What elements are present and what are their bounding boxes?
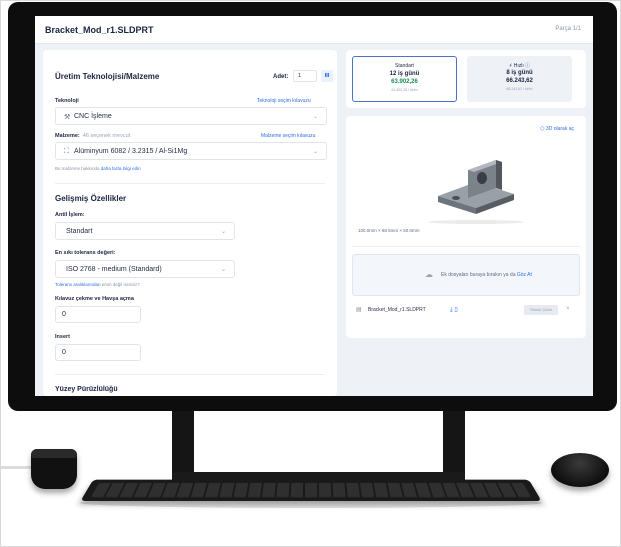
- technology-guide-link[interactable]: Teknoloji seçim kılavuzu: [257, 98, 311, 104]
- advanced-title: Gelişmiş Özellikler: [55, 194, 127, 203]
- part-count: Parça 1/1: [555, 26, 581, 32]
- summary-panel: Standart 12 iş günü 63.902,26 61.902,26 …: [346, 50, 586, 396]
- top-bar: Bracket_Mod_r1.SLDPRT Parça 1/1: [35, 16, 593, 44]
- part-shadow: [428, 220, 524, 224]
- part-card: ⬡ 3D olarak aç 100.0mm × 68.5mm × 50.0mm…: [346, 116, 586, 338]
- quantity-value: 1: [298, 73, 302, 79]
- configuration-panel: Üretim Teknolojisi/Malzeme Adet: 1 Ⅲ Tek…: [43, 50, 337, 396]
- cnc-icon: ⚒: [64, 114, 71, 121]
- cloud-upload-icon: ☁: [425, 270, 433, 279]
- threads-input[interactable]: 0: [55, 306, 141, 323]
- bracket-hole: [477, 172, 487, 184]
- part-dimensions: 100.0mm × 68.5mm × 50.0mm: [358, 228, 420, 233]
- material-select[interactable]: ⛶ Alüminyum 6082 / 3.2315 / Al-Si1Mg ⌄: [55, 142, 327, 160]
- quantity-input[interactable]: 1: [293, 70, 317, 82]
- file-type-tag[interactable]: Teknik Çizim: [524, 305, 558, 315]
- quantity-options-button[interactable]: Ⅲ: [321, 70, 333, 82]
- open-3d-link[interactable]: ⬡ 3D olarak aç: [540, 126, 574, 132]
- lightning-icon: ⚡: [508, 63, 513, 69]
- fast-price: 66.243,62: [506, 78, 533, 84]
- material-value: Alüminyum 6082 / 3.2315 / Al-Si1Mg: [74, 148, 188, 155]
- standard-price: 63.902,26: [391, 79, 418, 85]
- fast-label: ⚡ Hızlı ⓘ: [508, 63, 531, 69]
- chevron-down-icon: ⌄: [312, 114, 318, 120]
- material-guide-link[interactable]: Malzeme seçim kılavuzu: [261, 133, 315, 139]
- fast-days: 8 iş günü: [506, 70, 533, 76]
- mouse: [551, 453, 609, 487]
- surface-title: Yüzey Pürüzlülüğü: [55, 386, 118, 393]
- anodizing-label: Antil İşlem:: [55, 212, 85, 218]
- chevron-down-icon: ⌄: [220, 267, 226, 273]
- base-hole: [452, 196, 460, 200]
- material-label: Malzeme: 46 seçenek mevcut: [55, 133, 131, 139]
- tolerance-value: ISO 2768 - medium (Standard): [66, 266, 162, 273]
- quantity-label: Adet:: [273, 74, 289, 80]
- divider: [55, 374, 325, 375]
- technology-value: CNC İşleme: [74, 113, 112, 120]
- tolerance-select[interactable]: ISO 2768 - medium (Standard) ⌄: [55, 260, 235, 278]
- screen: Bracket_Mod_r1.SLDPRT Parça 1/1 Üretim T…: [35, 16, 593, 396]
- inserts-label: Insert: [55, 334, 70, 340]
- technology-select[interactable]: ⚒ CNC İşleme ⌄: [55, 107, 327, 125]
- download-icon[interactable]: ⤓: [450, 307, 453, 313]
- part-3d-preview[interactable]: [356, 138, 556, 224]
- divider: [55, 183, 325, 184]
- monitor: Bracket_Mod_r1.SLDPRT Parça 1/1 Üretim T…: [8, 2, 617, 411]
- material-info-link[interactable]: daha fazla bilgi edin: [101, 166, 141, 171]
- file-name: Bracket_Mod_r1.SLDPRT: [368, 307, 426, 313]
- technology-label: Teknoloji: [55, 98, 79, 104]
- keyboard: [80, 479, 542, 501]
- anodizing-select[interactable]: Standart ⌄: [55, 222, 235, 240]
- standard-label: Standart: [395, 63, 414, 69]
- anodizing-value: Standart: [66, 228, 93, 235]
- chevron-down-icon: ⌄: [220, 229, 226, 235]
- tolerance-info-link[interactable]: Tolerans aralıklarından: [55, 282, 101, 287]
- standard-unit-price: 61.902,26 / birim: [391, 88, 418, 92]
- speaker-dock: [31, 449, 77, 489]
- material-options-count: 46 seçenek mevcut: [82, 133, 131, 139]
- inserts-value: 0: [62, 349, 66, 356]
- delivery-options: Standart 12 iş günü 63.902,26 61.902,26 …: [346, 50, 586, 108]
- close-icon[interactable]: ×: [566, 306, 570, 312]
- chevron-down-icon: ⌄: [312, 149, 318, 155]
- file-row: ▤ Bracket_Mod_r1.SLDPRT ⤓ ▯ Teknik Çizim…: [352, 302, 580, 318]
- browse-link[interactable]: Göz At: [517, 272, 532, 278]
- attachment-dropzone[interactable]: ☁ Ek dosyaları buraya bırakın ya da Göz …: [352, 254, 580, 296]
- fast-unit-price: 66.243,62 / birim: [506, 87, 533, 91]
- dropzone-text: Ek dosyaları buraya bırakın ya da Göz At: [441, 272, 532, 278]
- info-icon[interactable]: ⓘ: [525, 63, 530, 69]
- standard-delivery-option[interactable]: Standart 12 iş günü 63.902,26 61.902,26 …: [352, 56, 457, 102]
- tolerance-label: En sıkı tolerans değeri:: [55, 250, 116, 256]
- standard-days: 12 iş günü: [389, 71, 420, 77]
- tolerance-note: Tolerans aralıklarından emin değil misin…: [55, 282, 140, 287]
- divider: [352, 246, 580, 247]
- dock-cable: [0, 466, 34, 469]
- material-icon: ⛶: [64, 148, 69, 155]
- bracket-wall-side: [496, 160, 502, 190]
- file-icon: ▤: [356, 307, 362, 313]
- material-note: Bu malzeme hakkında daha fazla bilgi edi…: [55, 166, 141, 171]
- fast-delivery-option[interactable]: ⚡ Hızlı ⓘ 8 iş günü 66.243,62 66.243,62 …: [467, 56, 572, 102]
- cube-icon: ⬡: [540, 126, 545, 132]
- inserts-input[interactable]: 0: [55, 344, 141, 361]
- threads-value: 0: [62, 311, 66, 318]
- section-title: Üretim Teknolojisi/Malzeme: [55, 72, 160, 81]
- file-title: Bracket_Mod_r1.SLDPRT: [45, 25, 154, 35]
- document-icon[interactable]: ▯: [454, 307, 457, 313]
- threads-label: Kılavuz çekme ve Havşa açma: [55, 296, 134, 302]
